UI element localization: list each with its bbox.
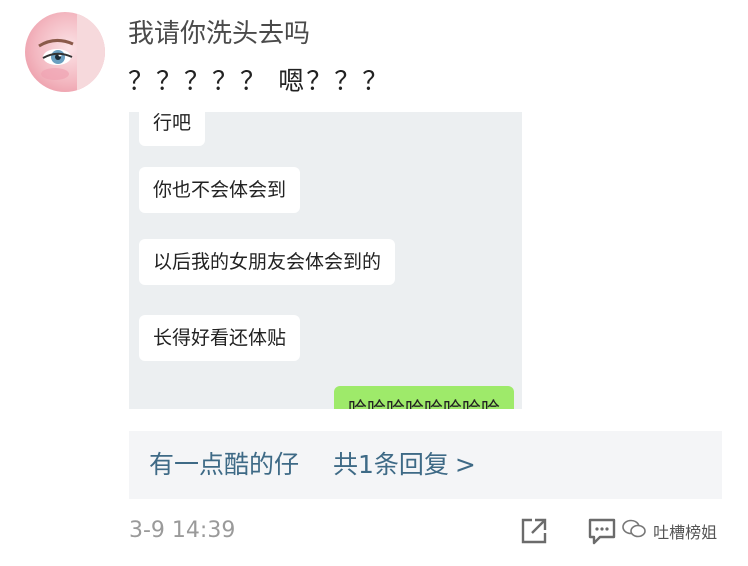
wechat-logo-icon	[622, 519, 648, 548]
chat-screenshot-image[interactable]: 行吧 你也不会体会到 以后我的女朋友会体会到的 长得好看还体贴 哈哈哈哈哈哈哈哈	[129, 112, 522, 409]
post-text: ？？？？？ 嗯？？？	[128, 67, 391, 97]
chat-bubble: 以后我的女朋友会体会到的	[139, 239, 396, 285]
watermark: 吐槽榜姐	[622, 519, 717, 548]
post-timestamp: 3-9 14:39	[129, 518, 236, 543]
avatar[interactable]	[25, 12, 105, 92]
chat-bubble: 长得好看还体贴	[139, 315, 301, 361]
chat-bubble: 行吧	[139, 112, 206, 146]
reply-count-label: 共1条回复	[333, 450, 449, 479]
watermark-text: 吐槽榜姐	[653, 523, 718, 542]
comment-icon	[588, 518, 616, 545]
share-icon	[521, 518, 547, 544]
share-button[interactable]	[519, 516, 549, 546]
chevron-right-icon: >	[454, 450, 476, 479]
post-username[interactable]: 我请你洗头去吗	[128, 14, 310, 54]
view-replies-link[interactable]: 共1条回复 >	[333, 445, 476, 485]
reply-author-link[interactable]: 有一点酷的仔	[149, 445, 299, 485]
chat-bubble: 你也不会体会到	[139, 167, 301, 213]
chat-bubble-self: 哈哈哈哈哈哈哈哈	[333, 386, 514, 409]
avatar-girl-icon	[38, 12, 105, 92]
reply-preview[interactable]: 有一点酷的仔 共1条回复 >	[129, 431, 722, 499]
comment-button[interactable]	[587, 516, 617, 546]
